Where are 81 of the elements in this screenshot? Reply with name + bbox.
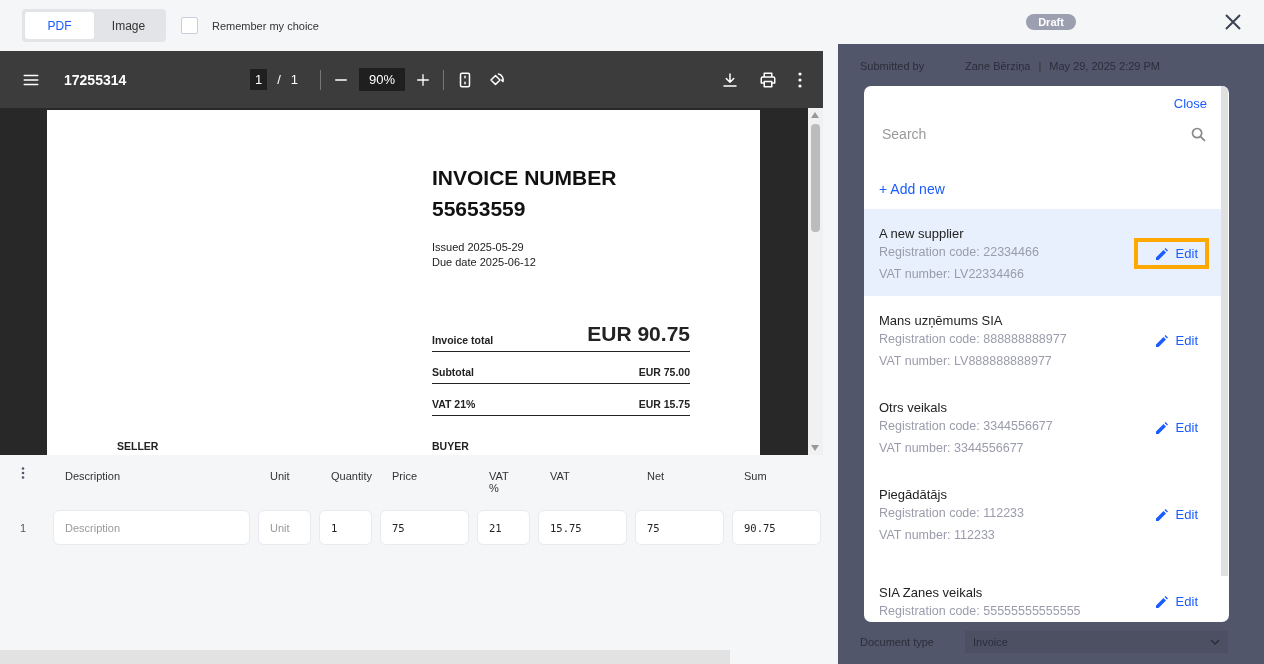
registration-code: Registration code: 55555555555555: [879, 604, 1081, 618]
table-input[interactable]: 75: [380, 510, 469, 545]
pencil-icon: [1155, 421, 1168, 434]
more-icon[interactable]: [21, 467, 25, 479]
more-icon[interactable]: [797, 71, 803, 88]
vat-number: VAT number: LV22334466: [879, 267, 1025, 281]
issued-date: Issued 2025-05-29: [432, 240, 525, 255]
table-input[interactable]: 75: [635, 510, 724, 545]
column-header: Quantity: [330, 469, 372, 484]
page-field[interactable]: 1: [250, 69, 268, 90]
status-badge: Draft: [1026, 14, 1076, 30]
supplier-name: Mans uzņēmums SIA: [879, 313, 1004, 328]
supplier-item[interactable]: Piegādātājs Registration code: 112233 VAT number: 112233 Edit: [864, 470, 1221, 557]
table-input[interactable]: 1: [319, 510, 372, 545]
table-input[interactable]: Description: [53, 510, 250, 545]
file-name: 17255314: [64, 71, 128, 88]
invoice-title: INVOICE NUMBER: [432, 165, 618, 191]
total-label: Subtotal: [432, 366, 474, 378]
total-value: EUR 75.00: [638, 366, 690, 378]
supplier-name: Otrs veikals: [879, 400, 948, 415]
view-tab[interactable]: Image: [94, 12, 163, 39]
total-label: VAT 21%: [432, 398, 476, 410]
column-header: Sum: [743, 469, 768, 484]
scrollbar-thumb[interactable]: [811, 124, 820, 232]
table-input[interactable]: 15.75: [538, 510, 627, 545]
table-input[interactable]: Unit: [258, 510, 311, 545]
pencil-icon: [1155, 508, 1168, 521]
supplier-item[interactable]: A new supplier Registration code: 22334466 VAT number: LV22334466 Edit: [864, 209, 1221, 296]
scrollbar[interactable]: [1221, 86, 1228, 576]
total-value: EUR 15.75: [638, 398, 690, 410]
checkbox[interactable]: [181, 17, 198, 34]
edit-button[interactable]: Edit: [1133, 586, 1209, 617]
table-input[interactable]: 90.75: [732, 510, 821, 545]
total-value: EUR 90.75: [587, 322, 690, 346]
column-header: Unit: [269, 469, 291, 484]
registration-code: Registration code: 22334466: [879, 245, 1039, 259]
supplier-item[interactable]: Otrs veikals Registration code: 3344556677 VAT number: 3344556677 Edit: [864, 383, 1221, 470]
page-count: 1: [290, 72, 299, 87]
vat-number: VAT number: 3344556677: [879, 441, 1025, 455]
registration-code: Registration code: 888888888977: [879, 332, 1067, 346]
close-link[interactable]: Close: [1173, 96, 1207, 111]
registration-code: Registration code: 112233: [879, 506, 1024, 520]
supplier-item[interactable]: Mans uzņēmums SIA Registration code: 888888888977 VAT number: LV888888888977 Edit: [864, 296, 1221, 383]
scrollbar[interactable]: [808, 108, 823, 455]
vat-number: VAT number: LV888888888977: [879, 354, 1053, 368]
edit-button[interactable]: Edit: [1133, 238, 1209, 269]
pencil-icon: [1155, 334, 1168, 347]
edit-button[interactable]: Edit: [1133, 325, 1209, 356]
seller-heading: SELLER: [117, 440, 159, 452]
table-input[interactable]: 21: [477, 510, 530, 545]
edit-button[interactable]: Edit: [1133, 412, 1209, 443]
pencil-icon: [1155, 595, 1168, 608]
column-header: Price: [391, 469, 419, 484]
column-header: Description: [64, 469, 122, 484]
zoom-field[interactable]: 90%: [359, 68, 406, 91]
edit-button[interactable]: Edit: [1133, 499, 1209, 530]
pencil-icon: [1155, 247, 1168, 260]
separator: |: [1038, 60, 1042, 72]
supplier-item[interactable]: SIA Zanes veikals Registration code: 55555555555555 Edit: [864, 557, 1221, 622]
page-separator: /: [277, 72, 281, 87]
vat-number: VAT number: 112233: [879, 528, 996, 542]
add-new-link[interactable]: + Add new: [879, 181, 945, 197]
row-number: 1: [19, 521, 28, 534]
view-tab[interactable]: PDF: [25, 12, 94, 39]
chevron-down-icon: [1210, 639, 1220, 645]
registration-code: Registration code: 3344556677: [879, 419, 1053, 433]
buyer-heading: BUYER: [432, 440, 469, 452]
zoom-in-icon[interactable]: [415, 71, 432, 88]
total-label: Invoice total: [432, 334, 494, 346]
print-icon[interactable]: [759, 70, 777, 89]
supplier-name: SIA Zanes veikals: [879, 585, 984, 600]
supplier-name: A new supplier: [879, 226, 965, 241]
download-icon[interactable]: [721, 70, 739, 89]
search-icon[interactable]: [1190, 125, 1207, 143]
invoice-number: 55653559: [432, 196, 527, 222]
column-header: VAT %: [488, 469, 509, 494]
supplier-name: Piegādātājs: [879, 487, 948, 502]
checkbox-label: Remember my choice: [212, 19, 319, 32]
due-date: Due date 2025-06-12: [432, 255, 537, 270]
column-header: VAT: [549, 469, 571, 484]
column-header: Net: [646, 469, 666, 484]
